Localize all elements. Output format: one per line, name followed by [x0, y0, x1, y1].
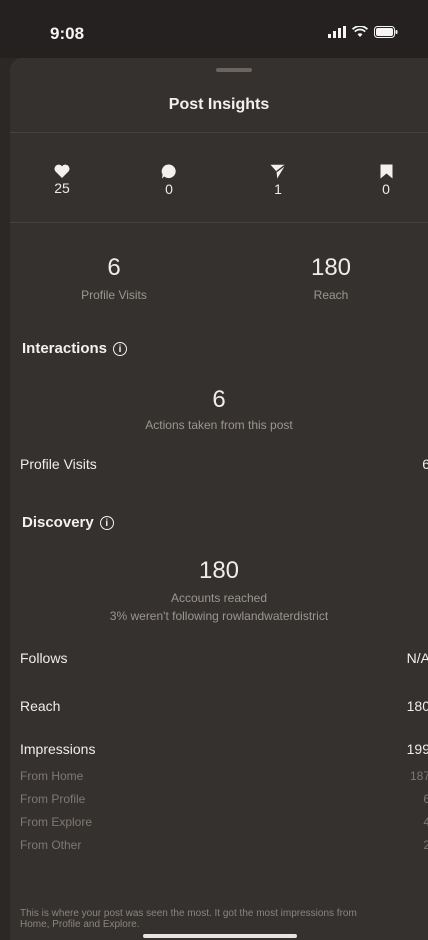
comment-icon — [161, 164, 176, 179]
row-label: From Profile — [20, 792, 86, 806]
row-label: From Explore — [20, 815, 93, 829]
reach-value: 180 — [310, 254, 352, 281]
row-label: Profile Visits — [20, 456, 97, 472]
interactions-heading: Interactions i — [22, 340, 128, 357]
discovery-value: 180 — [198, 557, 240, 584]
row-value: 2 — [423, 838, 428, 852]
row-value: 187 — [409, 769, 428, 783]
footer-note: This is where your post was seen the mos… — [20, 908, 357, 930]
impressions-from-profile: From Profile 6 — [20, 792, 428, 806]
info-icon[interactable]: i — [113, 341, 128, 356]
interactions-row-profile-visits: Profile Visits 6 — [20, 456, 428, 472]
row-value: 180 — [406, 698, 428, 714]
comments-count: 0 — [165, 181, 173, 197]
row-label: Reach — [20, 698, 61, 714]
discovery-row-follows: Follows N/A — [20, 650, 428, 666]
title-divider — [10, 132, 428, 133]
interactions-title: Interactions — [22, 340, 108, 357]
sheet-title: Post Insights — [168, 96, 270, 113]
bookmark-icon — [380, 164, 392, 179]
likes-count: 25 — [54, 180, 70, 196]
status-time: 9:08 — [50, 24, 85, 43]
impressions-from-other: From Other 2 — [20, 838, 428, 852]
row-value: N/A — [406, 650, 428, 666]
metrics-divider — [10, 222, 428, 223]
signal-icon — [328, 26, 346, 38]
discovery-row-reach: Reach 180 — [20, 698, 428, 714]
discovery-title: Discovery — [22, 514, 94, 531]
impressions-from-home: From Home 187 — [20, 769, 428, 783]
shares-count: 1 — [274, 181, 282, 197]
wifi-icon — [352, 26, 368, 37]
row-label: Follows — [20, 650, 68, 666]
interactions-caption: Actions taken from this post — [145, 418, 293, 432]
reach-label: Reach — [313, 288, 349, 302]
saves-metric: 0 — [356, 164, 416, 197]
status-bar: 9:08 — [0, 0, 428, 58]
shares-metric: 1 — [248, 164, 308, 197]
home-indicator — [143, 934, 297, 938]
row-label: From Other — [20, 838, 82, 852]
insights-sheet: Post Insights 25 0 1 0 6 Profile Visits … — [10, 58, 428, 940]
interactions-value: 6 — [212, 386, 226, 413]
sheet-drag-handle[interactable] — [216, 68, 252, 72]
row-value: 199 — [406, 741, 428, 757]
discovery-caption-following: 3% weren't following rowlandwaterdistric… — [109, 609, 329, 623]
info-icon[interactable]: i — [99, 515, 114, 530]
row-value: 6 — [423, 792, 428, 806]
comments-metric: 0 — [139, 164, 199, 197]
discovery-caption-reached: Accounts reached — [170, 591, 268, 605]
row-label: Impressions — [20, 741, 96, 757]
profile-visits-value: 6 — [107, 254, 121, 281]
saves-count: 0 — [382, 181, 390, 197]
status-icons — [328, 26, 398, 38]
row-value: 4 — [423, 815, 428, 829]
discovery-heading: Discovery i — [22, 514, 114, 531]
heart-icon — [54, 164, 70, 178]
likes-metric: 25 — [32, 164, 92, 196]
impressions-from-explore: From Explore 4 — [20, 815, 428, 829]
battery-icon — [374, 26, 398, 38]
profile-visits-label: Profile Visits — [81, 288, 147, 302]
row-label: From Home — [20, 769, 84, 783]
share-icon — [270, 164, 286, 179]
row-value: 6 — [422, 456, 428, 472]
discovery-row-impressions: Impressions 199 — [20, 741, 428, 757]
